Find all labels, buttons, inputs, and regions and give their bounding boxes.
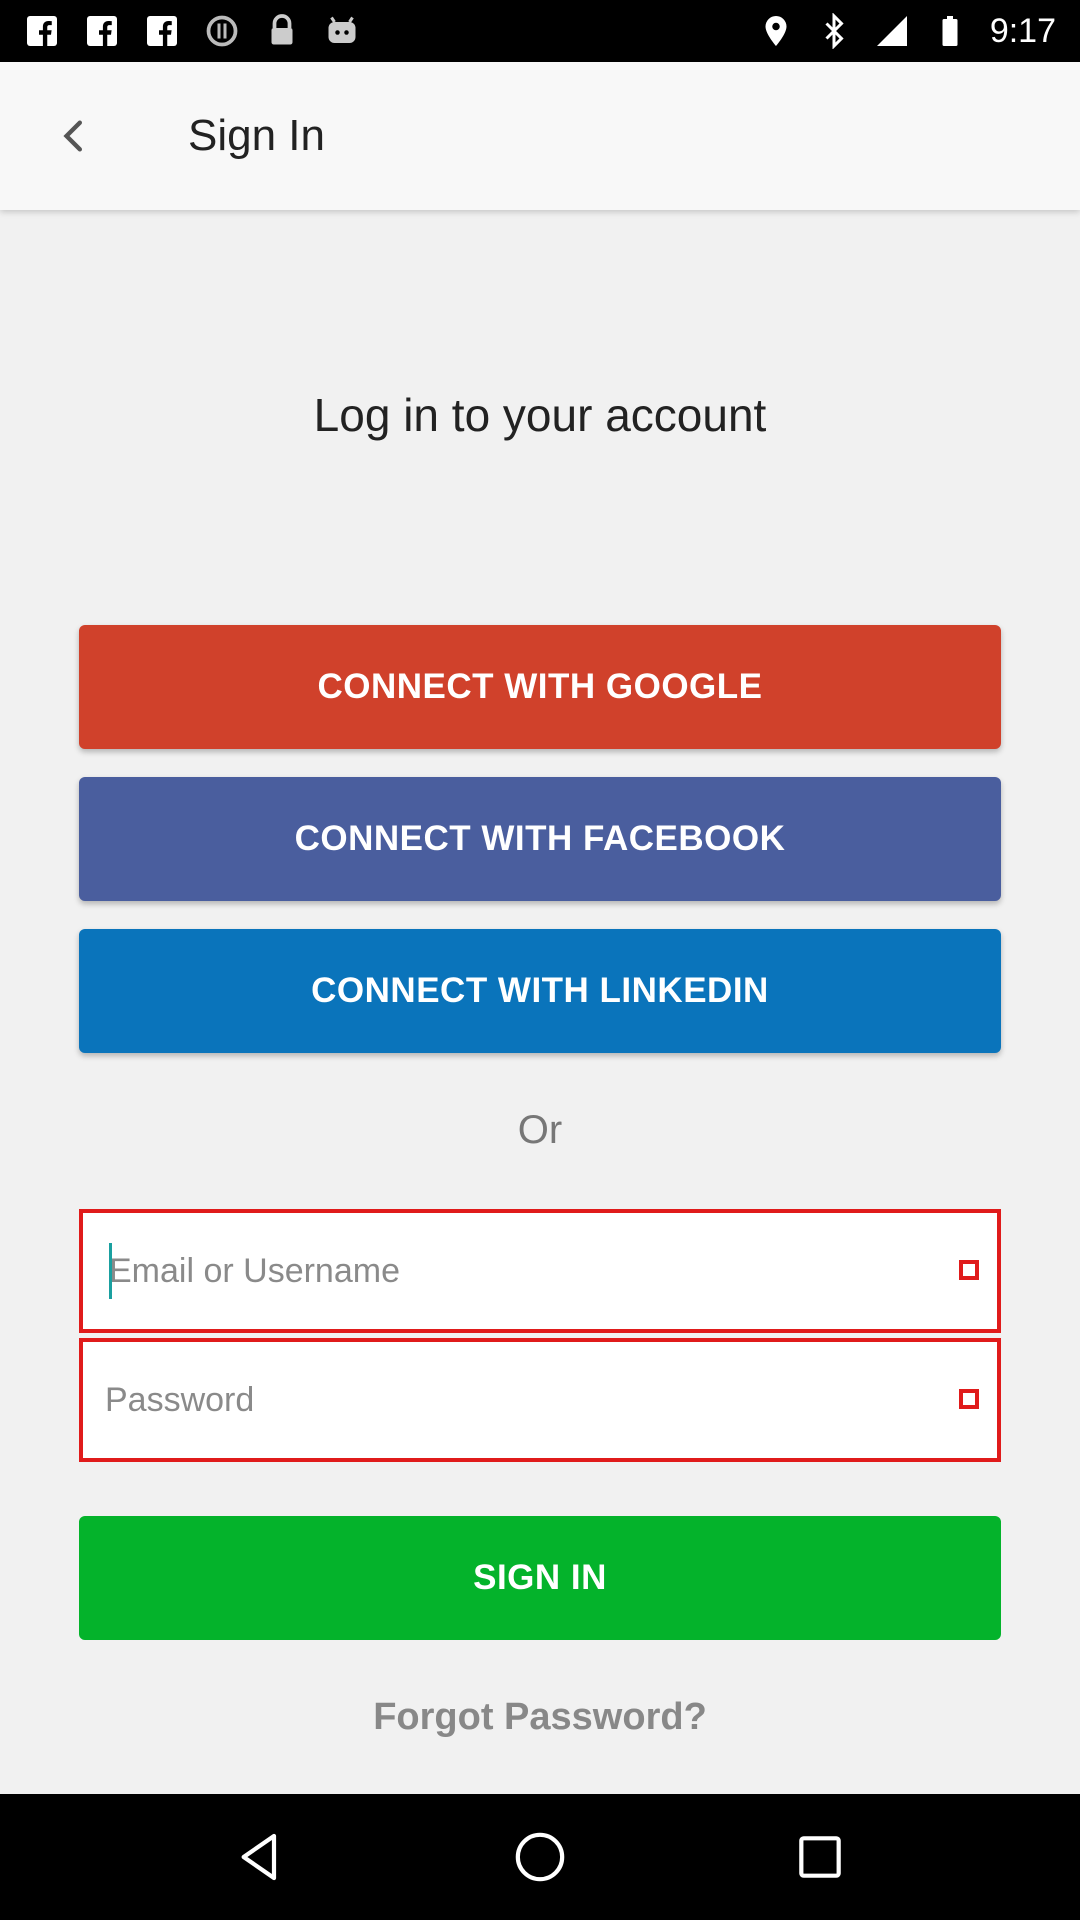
facebook-icon <box>24 13 60 49</box>
connect-linkedin-button[interactable]: CONNECT WITH LINKEDIN <box>79 929 1001 1053</box>
password-field-container <box>79 1338 1001 1462</box>
login-heading: Log in to your account <box>313 389 767 441</box>
nav-recents-button[interactable] <box>785 1822 855 1892</box>
circle-off-icon <box>204 13 240 49</box>
system-nav-bar <box>0 1794 1080 1920</box>
page-title: Sign In <box>188 111 325 160</box>
or-divider-text: Or <box>517 1108 563 1152</box>
location-icon <box>758 13 794 49</box>
lock-icon <box>264 13 300 49</box>
android-icon <box>324 13 360 49</box>
facebook-icon <box>144 13 180 49</box>
back-button[interactable] <box>44 106 104 166</box>
status-bar: 9:17 <box>0 0 1080 62</box>
home-circle-icon <box>515 1832 565 1882</box>
chevron-left-icon <box>63 120 83 152</box>
status-right-icons: 9:17 <box>758 12 1056 51</box>
forgot-password-link[interactable]: Forgot Password? <box>0 1696 1080 1739</box>
nav-back-button[interactable] <box>225 1822 295 1892</box>
connect-google-button[interactable]: CONNECT WITH GOOGLE <box>79 625 1001 749</box>
password-input[interactable] <box>105 1370 925 1430</box>
email-username-input[interactable] <box>105 1241 925 1301</box>
connect-facebook-button[interactable]: CONNECT WITH FACEBOOK <box>79 777 1001 901</box>
error-indicator-icon <box>959 1260 979 1280</box>
status-left-icons <box>24 13 360 49</box>
app-bar: Sign In <box>0 62 1080 210</box>
facebook-icon <box>84 13 120 49</box>
nav-home-button[interactable] <box>505 1822 575 1892</box>
sign-in-button[interactable]: SIGN IN <box>79 1516 1001 1640</box>
text-cursor <box>109 1243 112 1299</box>
error-indicator-icon <box>959 1389 979 1409</box>
status-time: 9:17 <box>989 11 1056 50</box>
back-triangle-icon <box>241 1833 277 1881</box>
recents-square-icon <box>799 1836 841 1878</box>
bluetooth-icon <box>816 13 852 49</box>
email-field-container <box>79 1209 1001 1333</box>
battery-icon <box>932 13 968 49</box>
signal-icon <box>874 13 910 49</box>
